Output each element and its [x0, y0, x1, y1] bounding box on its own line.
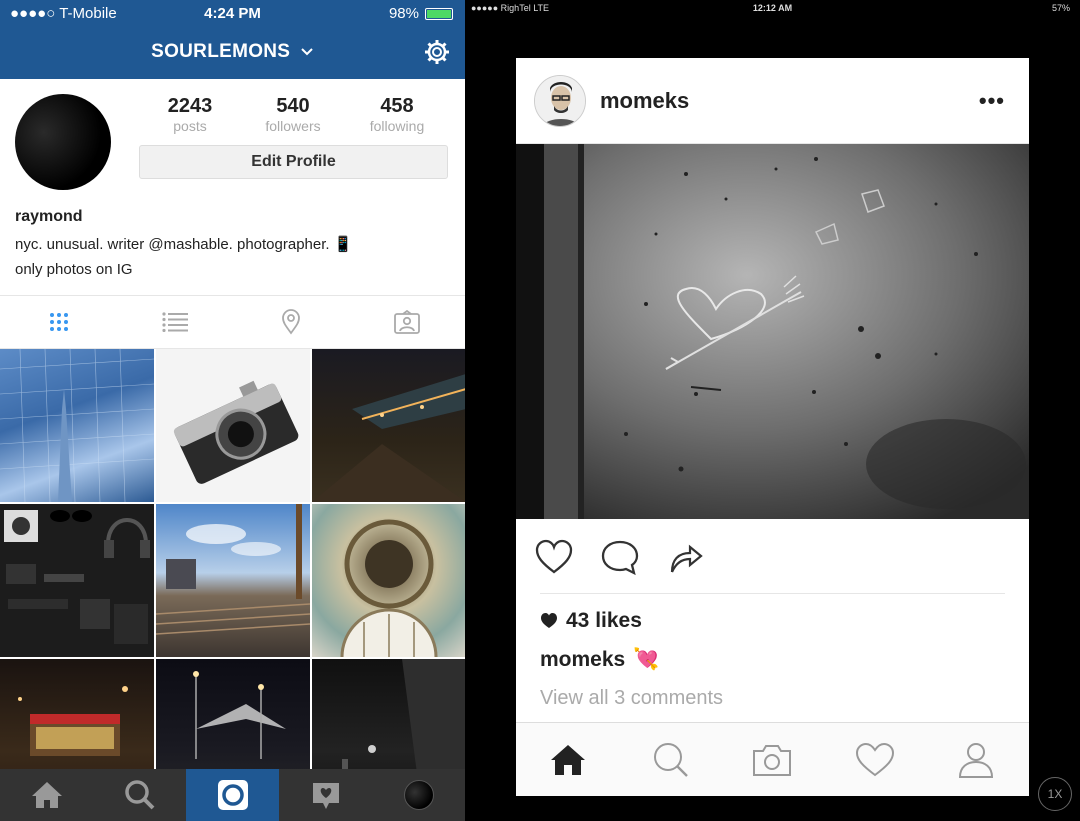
stat-value: 540 — [276, 95, 310, 117]
share-arrow-icon — [670, 544, 703, 573]
post-header: momeks ••• — [516, 58, 1029, 144]
tab-home[interactable] — [0, 769, 93, 821]
left-phone-screen: ●●●●○ T-Mobile 4:24 PM 98% SOURLEMONS 22… — [0, 0, 465, 821]
caption-username[interactable]: momeks — [540, 648, 625, 672]
rail-yard-image — [156, 504, 310, 635]
right-phone-screen: ●●●●● RighTel LTE 12:12 AM 57% momeks ••… — [465, 0, 1080, 821]
profile-icon — [403, 780, 434, 810]
profile-avatar[interactable] — [15, 94, 111, 190]
heart-filled-icon — [541, 613, 557, 628]
account-switcher[interactable]: SOURLEMONS — [0, 41, 465, 63]
battery-icon — [425, 7, 453, 20]
tab-camera[interactable] — [749, 737, 795, 783]
search-icon — [654, 743, 688, 777]
post-author-avatar[interactable] — [534, 75, 586, 127]
location-icon — [282, 309, 300, 335]
profile-nav-bar: SOURLEMONS — [0, 26, 465, 79]
night-street-image — [312, 374, 465, 502]
post-action-row — [534, 538, 734, 578]
bio-line: nyc. unusual. writer @mashable. photogra… — [15, 236, 353, 253]
tab-search[interactable] — [93, 769, 186, 821]
tab-profile[interactable] — [372, 769, 465, 821]
zoom-toggle-button[interactable]: 1X — [1038, 777, 1072, 811]
tab-activity[interactable] — [279, 769, 372, 821]
divider — [540, 593, 1005, 594]
photo-grid — [0, 349, 465, 812]
grid-photo[interactable] — [156, 349, 310, 502]
comment-button[interactable] — [600, 538, 640, 578]
tab-camera[interactable] — [186, 769, 279, 821]
like-button[interactable] — [534, 538, 574, 578]
tab-tagged[interactable] — [392, 308, 422, 336]
home-icon — [31, 782, 62, 808]
tab-profile[interactable] — [953, 737, 999, 783]
tab-search[interactable] — [648, 737, 694, 783]
edit-profile-button[interactable]: Edit Profile — [139, 145, 448, 179]
camera-icon — [753, 745, 791, 776]
status-bar: ●●●●● RighTel LTE 12:12 AM 57% — [465, 0, 1080, 16]
flatlay-gear-image — [4, 510, 150, 644]
stat-following[interactable]: 458 following — [347, 95, 447, 134]
heart-outline-icon — [535, 539, 573, 574]
status-bar: ●●●●○ T-Mobile 4:24 PM 98% — [0, 0, 465, 26]
post-caption: momeks 💘 — [540, 648, 659, 672]
activity-icon — [312, 783, 339, 809]
camera-icon — [217, 780, 248, 810]
tab-home[interactable] — [545, 737, 591, 783]
tab-location[interactable] — [276, 308, 306, 336]
profile-view-tabs — [0, 295, 465, 349]
likes-count[interactable]: 43 likes — [540, 609, 642, 633]
gear-icon[interactable] — [423, 38, 451, 66]
status-right: 98% — [389, 5, 453, 22]
caption-emoji: 💘 — [633, 648, 660, 671]
stat-value: 458 — [380, 95, 414, 117]
avatar-image — [535, 76, 585, 126]
battery-percent: 98% — [388, 5, 419, 22]
home-icon — [551, 745, 585, 775]
stat-followers[interactable]: 540 followers — [243, 95, 343, 134]
battery-percent: 57% — [1051, 3, 1070, 13]
camera-image — [173, 380, 299, 484]
profile-name: raymond — [15, 208, 83, 225]
stat-label: followers — [265, 118, 321, 134]
clock-text: 12:12 AM — [752, 3, 793, 13]
profile-bio: nyc. unusual. writer @mashable. photogra… — [15, 232, 445, 282]
screenshot-root: ●●●●○ T-Mobile 4:24 PM 98% SOURLEMONS 22… — [0, 0, 1080, 821]
grid-photo[interactable] — [312, 504, 465, 657]
grid-photo[interactable] — [0, 504, 154, 657]
grid-photo[interactable] — [312, 349, 465, 502]
bottom-tab-bar — [516, 722, 1029, 796]
stat-value: 2243 — [167, 95, 213, 117]
tab-grid[interactable] — [44, 308, 74, 336]
likes-text: 43 likes — [566, 609, 642, 632]
bio-line: only photos on IG — [15, 261, 133, 278]
tab-activity[interactable] — [852, 737, 898, 783]
list-icon — [162, 312, 188, 332]
bottom-tab-bar — [0, 769, 465, 821]
grid-photo[interactable] — [0, 349, 154, 502]
more-options-button[interactable]: ••• — [979, 88, 1005, 114]
stat-label: following — [369, 118, 425, 134]
stat-posts[interactable]: 2243 posts — [140, 95, 240, 134]
comment-icon — [601, 540, 639, 576]
post-card: momeks ••• 43 likes momeks 💘 View all 3 … — [516, 58, 1029, 796]
chevron-down-icon — [301, 48, 313, 56]
dome-ceiling-image — [340, 519, 438, 657]
carved-heart-wall-image — [516, 144, 1029, 519]
share-button[interactable] — [666, 538, 706, 578]
skyscraper-image — [0, 349, 154, 502]
tagged-icon — [394, 310, 420, 334]
grid-photo[interactable] — [156, 504, 310, 657]
post-photo[interactable] — [516, 144, 1029, 519]
stat-label: posts — [173, 118, 207, 134]
profile-icon — [958, 743, 994, 778]
tab-list[interactable] — [160, 308, 190, 336]
username-title: SOURLEMONS — [151, 41, 291, 62]
view-comments-link[interactable]: View all 3 comments — [540, 687, 723, 710]
grid-icon — [50, 313, 68, 331]
search-icon — [124, 780, 154, 810]
battery-fill — [427, 9, 451, 18]
heart-icon — [855, 742, 895, 777]
post-author-username[interactable]: momeks — [600, 88, 689, 114]
